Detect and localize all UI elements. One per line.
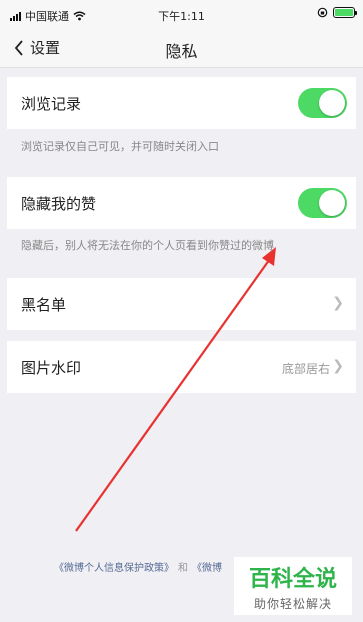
watermark-subtitle: 助你轻松解决 bbox=[253, 597, 332, 611]
watermark-title: 百科全说 bbox=[248, 567, 337, 592]
footer-and: 和 bbox=[178, 563, 188, 574]
second-policy-link[interactable]: 《微博 bbox=[192, 563, 222, 574]
privacy-policy-link[interactable]: 《微博个人信息保护政策》 bbox=[54, 563, 174, 574]
annotation-arrow bbox=[75, 247, 276, 532]
site-watermark: 百科全说 助你轻松解决 bbox=[234, 557, 352, 615]
footer: 《微博个人信息保护政策》和《微博 bbox=[54, 559, 222, 574]
